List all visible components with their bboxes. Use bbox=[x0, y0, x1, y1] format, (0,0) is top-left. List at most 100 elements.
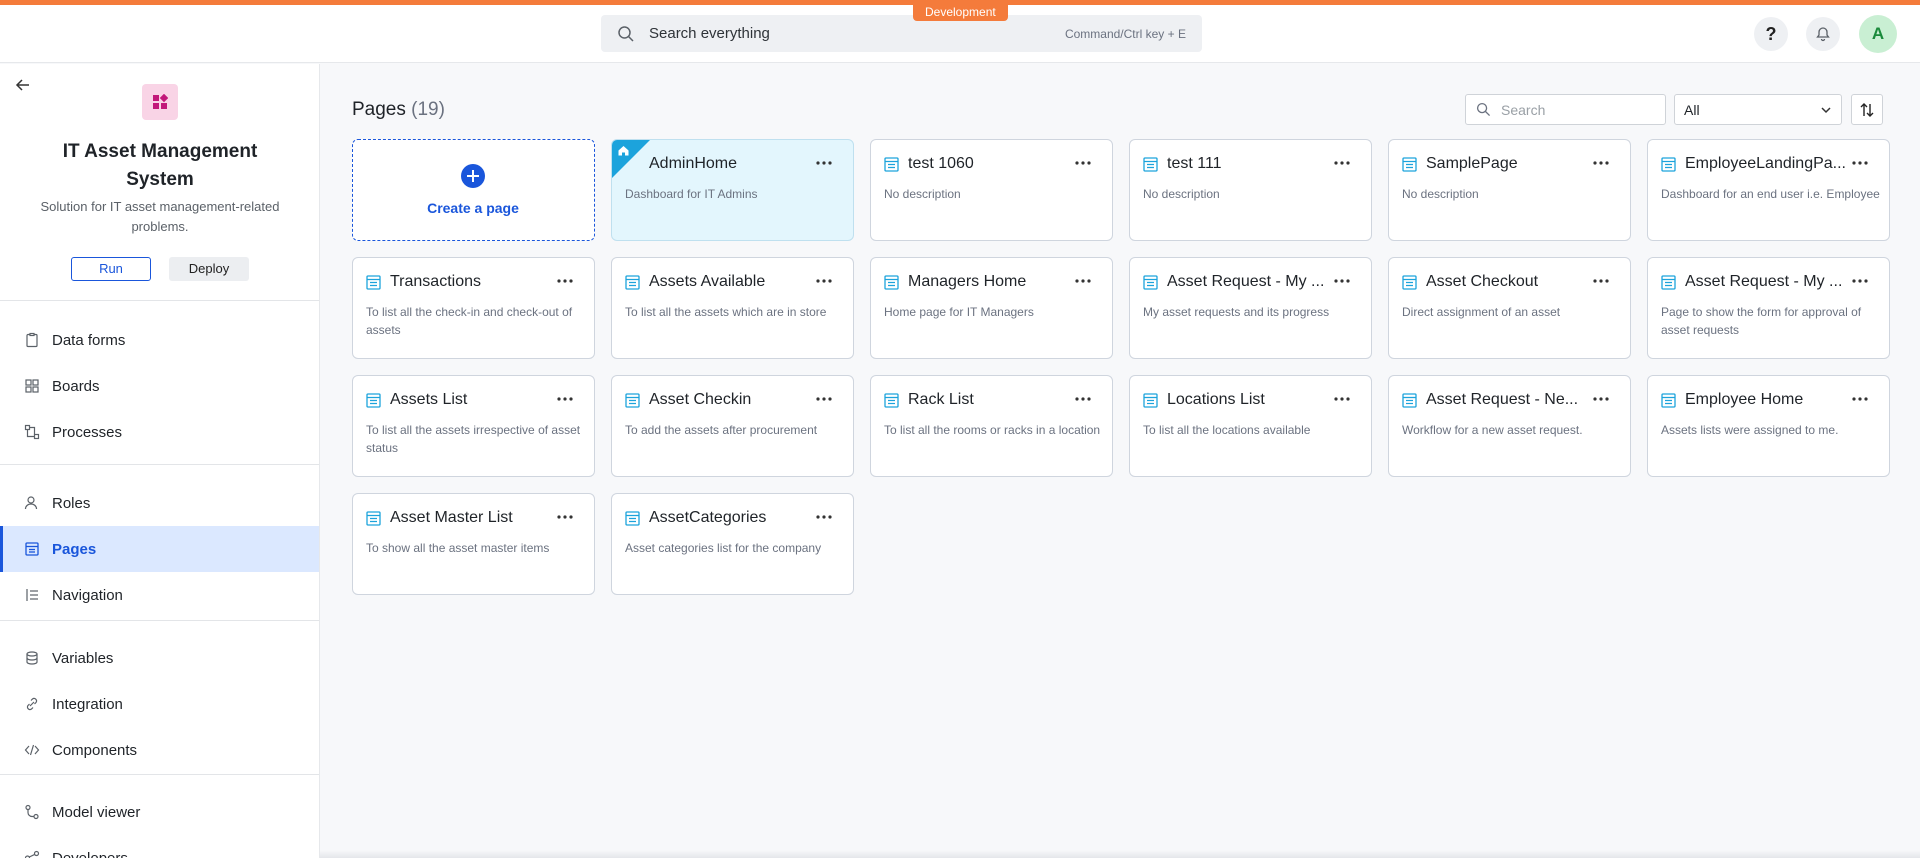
page-card[interactable]: Managers Home Home page for IT Managers bbox=[870, 257, 1113, 359]
share-icon bbox=[24, 850, 40, 858]
sidebar-item-label: Navigation bbox=[52, 586, 123, 604]
sidebar-item-components[interactable]: Components bbox=[0, 727, 319, 773]
create-page-card[interactable]: Create a page bbox=[352, 139, 595, 241]
page-card-title: Asset Checkout bbox=[1426, 273, 1539, 290]
page-card-title: Employee Home bbox=[1685, 391, 1804, 408]
sidebar-item-model-viewer[interactable]: Model viewer bbox=[0, 789, 319, 835]
pages-search-input[interactable]: Search bbox=[1465, 94, 1666, 125]
more-options-icon[interactable] bbox=[815, 274, 833, 288]
sidebar-item-pages[interactable]: Pages bbox=[0, 526, 319, 572]
more-options-icon[interactable] bbox=[1074, 156, 1092, 170]
page-card-description: Page to show the form for approval of as… bbox=[1661, 305, 1862, 337]
run-button[interactable]: Run bbox=[71, 257, 151, 281]
sidebar: IT Asset Management System Solution for … bbox=[0, 64, 320, 858]
more-options-icon[interactable] bbox=[1851, 274, 1869, 288]
page-icon bbox=[1661, 393, 1676, 408]
bottom-shadow bbox=[320, 850, 1920, 858]
page-card-title: AdminHome bbox=[649, 155, 738, 172]
more-options-icon[interactable] bbox=[556, 392, 574, 406]
more-options-icon[interactable] bbox=[1333, 392, 1351, 406]
page-card[interactable]: Locations List To list all the locations … bbox=[1129, 375, 1372, 477]
page-card[interactable]: Asset Checkout Direct assignment of an as… bbox=[1388, 257, 1631, 359]
environment-badge: Development bbox=[913, 3, 1008, 21]
notifications-button[interactable] bbox=[1806, 17, 1840, 51]
page-card[interactable]: Asset Request - My ... My asset requests … bbox=[1129, 257, 1372, 359]
app-logo bbox=[142, 84, 178, 120]
page-card-description: To add the assets after procurement bbox=[625, 423, 818, 437]
page-icon bbox=[1661, 157, 1676, 172]
more-options-icon[interactable] bbox=[815, 510, 833, 524]
page-card-description: To list all the check-in and check-out o… bbox=[366, 305, 573, 337]
page-icon bbox=[625, 511, 640, 526]
page-card-title: Asset Request - Ne... bbox=[1426, 391, 1579, 408]
sidebar-item-integration[interactable]: Integration bbox=[0, 681, 319, 727]
page-card-title: SamplePage bbox=[1426, 155, 1518, 172]
more-options-icon[interactable] bbox=[1074, 392, 1092, 406]
user-avatar[interactable]: A bbox=[1859, 15, 1897, 53]
page-card[interactable]: Transactions To list all the check-in and… bbox=[352, 257, 595, 359]
page-icon bbox=[1143, 157, 1158, 172]
sidebar-item-label: Model viewer bbox=[52, 803, 141, 821]
page-card[interactable]: Asset Request - Ne... Workflow for a new … bbox=[1388, 375, 1631, 477]
more-options-icon[interactable] bbox=[1851, 156, 1869, 170]
more-options-icon[interactable] bbox=[556, 274, 574, 288]
sidebar-item-label: Boards bbox=[52, 377, 100, 395]
page-card-title: Asset Checkin bbox=[649, 391, 752, 408]
more-options-icon[interactable] bbox=[1074, 274, 1092, 288]
page-card[interactable]: test 111 No description bbox=[1129, 139, 1372, 241]
help-icon: ? bbox=[1765, 23, 1777, 44]
page-icon bbox=[625, 275, 640, 290]
sidebar-item-data-forms[interactable]: Data forms bbox=[0, 317, 319, 363]
sidebar-item-processes[interactable]: Processes bbox=[0, 409, 319, 455]
page-icon bbox=[625, 393, 640, 408]
page-card[interactable]: Asset Checkin To add the assets after pro… bbox=[611, 375, 854, 477]
sidebar-item-developers[interactable]: Developers bbox=[0, 835, 319, 858]
page-card-title: Locations List bbox=[1167, 391, 1265, 408]
sidebar-item-navigation[interactable]: Navigation bbox=[0, 572, 319, 618]
page-icon bbox=[1143, 393, 1158, 408]
page-card-description: Dashboard for IT Admins bbox=[625, 187, 758, 201]
page-card[interactable]: EmployeeLandingPa... Dashboard for an end… bbox=[1647, 139, 1890, 241]
more-options-icon[interactable] bbox=[815, 156, 833, 170]
page-card-description: Assets lists were assigned to me. bbox=[1661, 423, 1839, 437]
page-card[interactable]: Assets Available To list all the assets w… bbox=[611, 257, 854, 359]
sidebar-item-roles[interactable]: Roles bbox=[0, 480, 319, 526]
sidebar-item-label: Pages bbox=[52, 540, 97, 558]
page-card[interactable]: Assets List To list all the assets irresp… bbox=[352, 375, 595, 477]
more-options-icon[interactable] bbox=[1851, 392, 1869, 406]
sidebar-item-boards[interactable]: Boards bbox=[0, 363, 319, 409]
page-card[interactable]: Rack List To list all the rooms or racks … bbox=[870, 375, 1113, 477]
more-options-icon[interactable] bbox=[1592, 392, 1610, 406]
more-options-icon[interactable] bbox=[1592, 274, 1610, 288]
page-card-description: Dashboard for an end user i.e. Employee bbox=[1661, 187, 1880, 201]
page-card[interactable]: AdminHome Dashboard for IT Admins bbox=[611, 139, 854, 241]
help-button[interactable]: ? bbox=[1754, 17, 1788, 51]
more-options-icon[interactable] bbox=[815, 392, 833, 406]
global-search-input[interactable]: Search everything Command/Ctrl key + E bbox=[601, 15, 1202, 52]
page-card-description: To show all the asset master items bbox=[366, 541, 550, 555]
page-card-title: Transactions bbox=[390, 273, 481, 290]
page-card[interactable]: Asset Master List To show all the asset m… bbox=[352, 493, 595, 595]
search-placeholder: Search everything bbox=[649, 25, 770, 42]
home-icon bbox=[618, 146, 629, 156]
select-value: All bbox=[1684, 101, 1700, 118]
sidebar-item-label: Processes bbox=[52, 423, 123, 441]
page-type-select[interactable]: All bbox=[1674, 94, 1842, 125]
sort-button[interactable] bbox=[1851, 94, 1883, 125]
sidebar-item-label: Components bbox=[52, 741, 138, 759]
page-card[interactable]: SamplePage No description bbox=[1388, 139, 1631, 241]
page-card[interactable]: Asset Request - My ... Page to show the f… bbox=[1647, 257, 1890, 359]
more-options-icon[interactable] bbox=[556, 510, 574, 524]
more-options-icon[interactable] bbox=[1333, 274, 1351, 288]
page-card[interactable]: test 1060 No description bbox=[870, 139, 1113, 241]
navigation-icon bbox=[26, 589, 38, 601]
deploy-button[interactable]: Deploy bbox=[169, 257, 249, 281]
search-icon bbox=[1476, 102, 1491, 117]
more-options-icon[interactable] bbox=[1592, 156, 1610, 170]
link-icon bbox=[26, 697, 38, 711]
sidebar-item-variables[interactable]: Variables bbox=[0, 635, 319, 681]
page-card[interactable]: Employee Home Assets lists were assigned … bbox=[1647, 375, 1890, 477]
page-card[interactable]: AssetCategories Asset categories list for… bbox=[611, 493, 854, 595]
back-arrow-icon[interactable] bbox=[14, 76, 32, 94]
more-options-icon[interactable] bbox=[1333, 156, 1351, 170]
